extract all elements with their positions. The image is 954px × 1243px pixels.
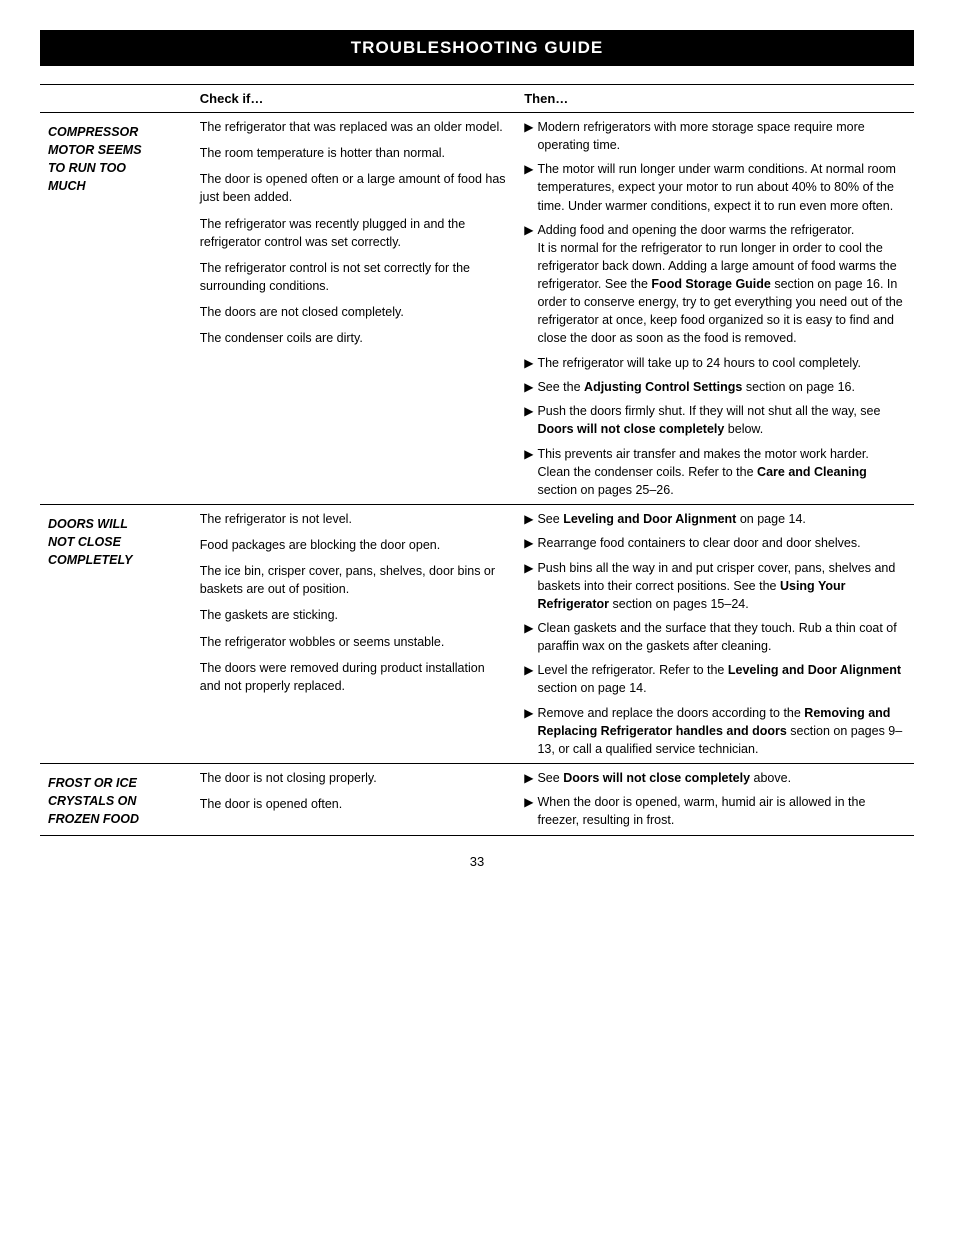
check-item: The door is not closing properly.	[200, 769, 508, 787]
then-cell: ▶See Leveling and Door Alignment on page…	[516, 504, 914, 763]
bullet-arrow-icon: ▶	[524, 770, 533, 787]
check-item: The refrigerator was recently plugged in…	[200, 215, 508, 251]
bullet-arrow-icon: ▶	[524, 620, 533, 655]
then-item: ▶See the Adjusting Control Settings sect…	[524, 378, 906, 396]
check-item: The refrigerator wobbles or seems unstab…	[200, 633, 508, 651]
then-text: Remove and replace the doors according t…	[537, 704, 906, 758]
then-item: ▶When the door is opened, warm, humid ai…	[524, 793, 906, 829]
then-item: ▶The motor will run longer under warm co…	[524, 160, 906, 214]
bullet-arrow-icon: ▶	[524, 511, 533, 528]
check-item: The gaskets are sticking.	[200, 606, 508, 624]
then-text: See Doors will not close completely abov…	[537, 769, 906, 787]
bullet-arrow-icon: ▶	[524, 161, 533, 214]
then-item: ▶Rearrange food containers to clear door…	[524, 534, 906, 552]
then-text: Push bins all the way in and put crisper…	[537, 559, 906, 613]
header-then: Then…	[516, 85, 914, 113]
check-item: The door is opened often or a large amou…	[200, 170, 508, 206]
then-text: The refrigerator will take up to 24 hour…	[537, 354, 906, 372]
then-item: ▶Level the refrigerator. Refer to the Le…	[524, 661, 906, 697]
check-item: The door is opened often.	[200, 795, 508, 813]
then-text: The motor will run longer under warm con…	[537, 160, 906, 214]
bullet-arrow-icon: ▶	[524, 379, 533, 396]
check-item: The room temperature is hotter than norm…	[200, 144, 508, 162]
then-text: Rearrange food containers to clear door …	[537, 534, 906, 552]
bullet-arrow-icon: ▶	[524, 222, 533, 348]
then-text: Level the refrigerator. Refer to the Lev…	[537, 661, 906, 697]
bullet-arrow-icon: ▶	[524, 119, 533, 154]
page-title: TROUBLESHOOTING GUIDE	[40, 30, 914, 66]
check-item: The condenser coils are dirty.	[200, 329, 508, 347]
check-item: The refrigerator control is not set corr…	[200, 259, 508, 295]
then-text: Modern refrigerators with more storage s…	[537, 118, 906, 154]
then-item: ▶Push the doors firmly shut. If they wil…	[524, 402, 906, 438]
bullet-arrow-icon: ▶	[524, 446, 533, 499]
header-issue	[40, 85, 192, 113]
then-text: This prevents air transfer and makes the…	[537, 445, 906, 499]
bullet-arrow-icon: ▶	[524, 560, 533, 613]
then-cell: ▶Modern refrigerators with more storage …	[516, 113, 914, 505]
then-item: ▶See Leveling and Door Alignment on page…	[524, 510, 906, 528]
then-item: ▶Push bins all the way in and put crispe…	[524, 559, 906, 613]
header-check: Check if…	[192, 85, 516, 113]
then-text: See Leveling and Door Alignment on page …	[537, 510, 906, 528]
check-item: The doors are not closed completely.	[200, 303, 508, 321]
bullet-arrow-icon: ▶	[524, 535, 533, 552]
page-number: 33	[40, 854, 914, 869]
check-cell: The door is not closing properly. The doo…	[192, 763, 516, 835]
check-item: The ice bin, crisper cover, pans, shelve…	[200, 562, 508, 598]
issue-label: DOORS WILLNOT CLOSECOMPLETELY	[40, 504, 192, 763]
issue-label: COMPRESSORMOTOR SEEMSTO RUN TOOMUCH	[40, 113, 192, 505]
then-item: ▶Clean gaskets and the surface that they…	[524, 619, 906, 655]
check-item: The refrigerator that was replaced was a…	[200, 118, 508, 136]
bullet-arrow-icon: ▶	[524, 705, 533, 758]
then-item: ▶This prevents air transfer and makes th…	[524, 445, 906, 499]
check-cell: The refrigerator that was replaced was a…	[192, 113, 516, 505]
bullet-arrow-icon: ▶	[524, 403, 533, 438]
then-item: ▶Adding food and opening the door warms …	[524, 221, 906, 348]
issue-label: FROST OR ICECRYSTALS ONFROZEN FOOD	[40, 763, 192, 835]
then-item: ▶Remove and replace the doors according …	[524, 704, 906, 758]
then-text: When the door is opened, warm, humid air…	[537, 793, 906, 829]
bullet-arrow-icon: ▶	[524, 355, 533, 372]
check-cell: The refrigerator is not level. Food packa…	[192, 504, 516, 763]
table-row: COMPRESSORMOTOR SEEMSTO RUN TOOMUCHThe r…	[40, 113, 914, 505]
then-text: Adding food and opening the door warms t…	[537, 221, 906, 348]
then-cell: ▶See Doors will not close completely abo…	[516, 763, 914, 835]
then-item: ▶See Doors will not close completely abo…	[524, 769, 906, 787]
bullet-arrow-icon: ▶	[524, 794, 533, 829]
table-row: FROST OR ICECRYSTALS ONFROZEN FOODThe do…	[40, 763, 914, 835]
then-text: See the Adjusting Control Settings secti…	[537, 378, 906, 396]
check-item: Food packages are blocking the door open…	[200, 536, 508, 554]
check-item: The refrigerator is not level.	[200, 510, 508, 528]
table-row: DOORS WILLNOT CLOSECOMPLETELYThe refrige…	[40, 504, 914, 763]
then-item: ▶Modern refrigerators with more storage …	[524, 118, 906, 154]
then-text: Clean gaskets and the surface that they …	[537, 619, 906, 655]
bullet-arrow-icon: ▶	[524, 662, 533, 697]
then-text: Push the doors firmly shut. If they will…	[537, 402, 906, 438]
check-item: The doors were removed during product in…	[200, 659, 508, 695]
then-item: ▶The refrigerator will take up to 24 hou…	[524, 354, 906, 372]
